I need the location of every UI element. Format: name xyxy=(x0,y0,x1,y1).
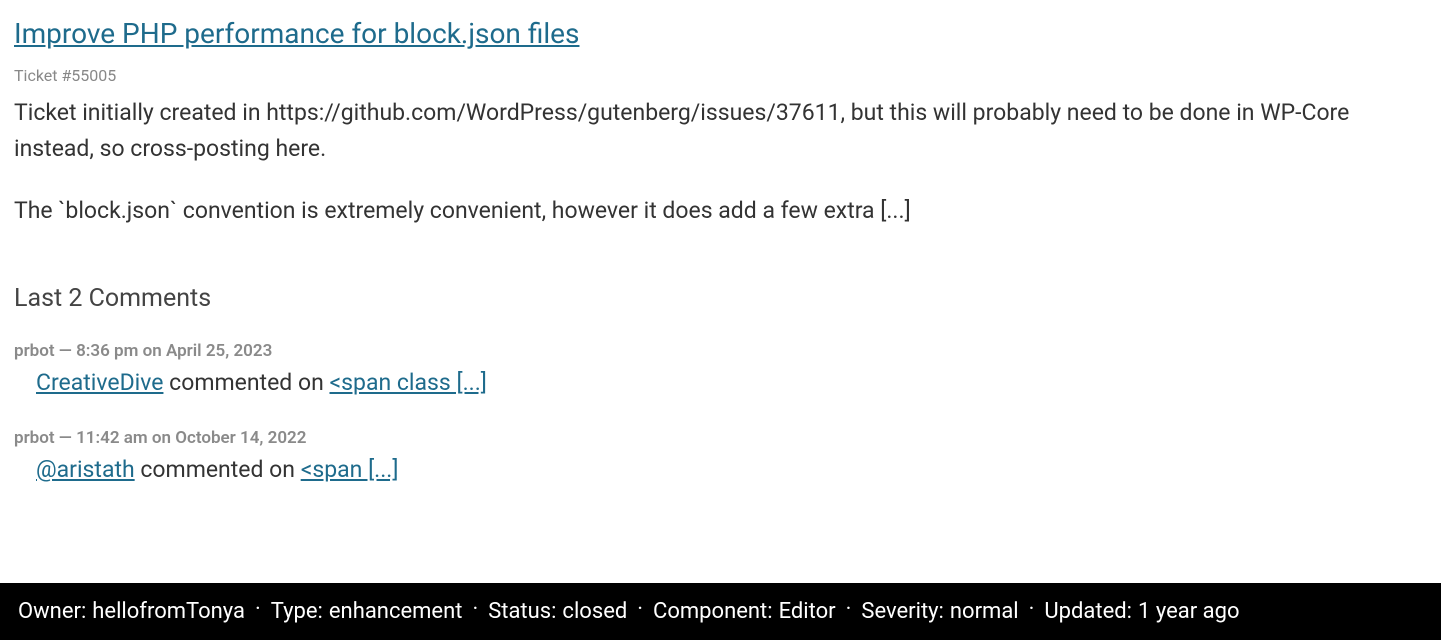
comment-middle-text: commented on xyxy=(135,456,301,483)
footer-separator: · xyxy=(637,597,643,622)
footer-severity: Severity: normal xyxy=(861,599,1018,624)
footer-updated: Updated: 1 year ago xyxy=(1044,599,1239,624)
footer-owner: Owner: hellofromTonya xyxy=(18,599,245,624)
footer-status: Status: closed xyxy=(488,599,627,624)
footer-component-label: Component: xyxy=(653,599,773,624)
ticket-number-badge: Ticket #55005 xyxy=(14,66,1427,85)
footer-status-label: Status: xyxy=(488,599,556,624)
comment-user-link[interactable]: CreativeDive xyxy=(36,369,163,396)
comment-timestamp: 8:36 pm on April 25, 2023 xyxy=(76,341,272,361)
comment-author: prbot xyxy=(14,428,55,448)
comment-item: prbot — 11:42 am on October 14, 2022 @ar… xyxy=(14,428,1427,486)
comment-dash: — xyxy=(55,341,76,361)
ticket-footer-bar: Owner: hellofromTonya · Type: enhancemen… xyxy=(0,583,1441,640)
footer-status-value: closed xyxy=(562,599,627,624)
description-paragraph: Ticket initially created in https://gith… xyxy=(14,95,1427,166)
footer-owner-value: hellofromTonya xyxy=(92,599,245,624)
footer-severity-label: Severity: xyxy=(861,599,944,624)
footer-separator: · xyxy=(472,597,478,622)
comment-meta: prbot — 8:36 pm on April 25, 2023 xyxy=(14,341,1427,361)
description-paragraph: The `block.json` convention is extremely… xyxy=(14,193,1427,229)
comment-body: CreativeDive commented on <span class [.… xyxy=(14,367,1427,399)
footer-separator: · xyxy=(846,597,852,622)
footer-owner-label: Owner: xyxy=(18,599,86,624)
footer-updated-value: 1 year ago xyxy=(1138,599,1240,624)
footer-separator: · xyxy=(255,597,261,622)
comment-item: prbot — 8:36 pm on April 25, 2023 Creati… xyxy=(14,341,1427,399)
footer-type: Type: enhancement xyxy=(271,599,463,624)
ticket-description: Ticket initially created in https://gith… xyxy=(14,95,1427,228)
ticket-title-link[interactable]: Improve PHP performance for block.json f… xyxy=(14,16,579,52)
comment-meta: prbot — 11:42 am on October 14, 2022 xyxy=(14,428,1427,448)
comment-dash: — xyxy=(55,428,76,448)
footer-separator: · xyxy=(1029,597,1035,622)
footer-type-label: Type: xyxy=(271,599,323,624)
footer-component-value: Editor xyxy=(779,599,836,624)
comments-heading: Last 2 Comments xyxy=(14,284,1427,313)
comment-span-link[interactable]: <span [...] xyxy=(301,456,399,483)
footer-severity-value: normal xyxy=(950,599,1019,624)
footer-type-value: enhancement xyxy=(329,599,463,624)
footer-updated-label: Updated: xyxy=(1044,599,1132,624)
comment-middle-text: commented on xyxy=(163,369,329,396)
comment-body: @aristath commented on <span [...] xyxy=(14,454,1427,486)
ticket-content: Improve PHP performance for block.json f… xyxy=(0,0,1441,486)
comment-author: prbot xyxy=(14,341,55,361)
comment-timestamp: 11:42 am on October 14, 2022 xyxy=(76,428,306,448)
comment-span-link[interactable]: <span class [...] xyxy=(329,369,486,396)
comment-user-link[interactable]: @aristath xyxy=(36,456,135,483)
footer-component: Component: Editor xyxy=(653,599,836,624)
